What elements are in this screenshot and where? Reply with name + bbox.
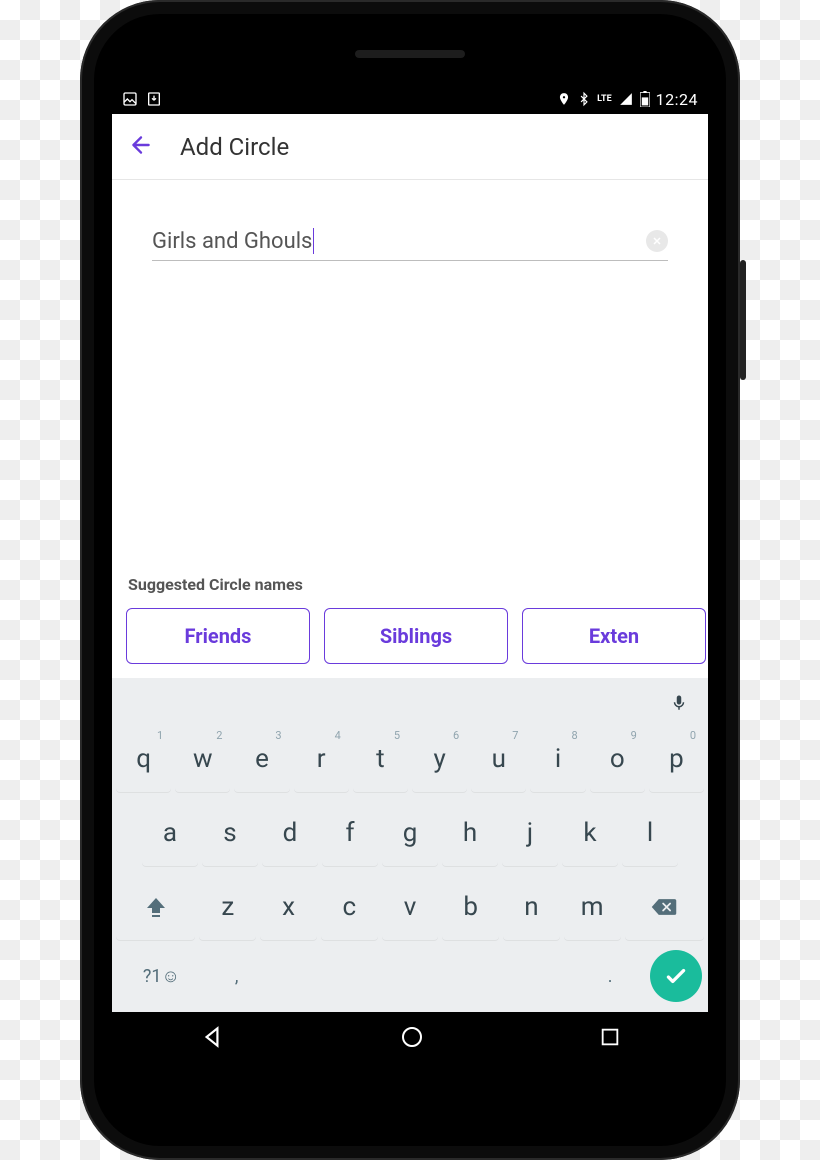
key-x[interactable]: x (260, 874, 317, 940)
key-d[interactable]: d (262, 800, 318, 866)
suggestion-chip-friends[interactable]: Friends (126, 608, 310, 664)
clear-input-button[interactable] (646, 230, 668, 252)
page-title: Add Circle (180, 133, 289, 161)
signal-icon (618, 92, 634, 106)
text-cursor (313, 228, 314, 254)
arrow-left-icon (128, 132, 154, 158)
shift-key[interactable] (116, 874, 195, 940)
phone-side-button (740, 260, 746, 380)
key-k[interactable]: k (562, 800, 618, 866)
suggestion-chip-siblings[interactable]: Siblings (324, 608, 508, 664)
nav-bar (112, 1012, 708, 1066)
download-icon (146, 91, 162, 107)
key-hint: 8 (571, 729, 577, 742)
key-t[interactable]: t5 (353, 726, 408, 792)
key-hint: 5 (394, 729, 400, 742)
key-h[interactable]: h (442, 800, 498, 866)
app-bar: Add Circle (112, 114, 708, 180)
key-r[interactable]: r4 (294, 726, 349, 792)
spacer (112, 261, 708, 575)
mic-icon[interactable] (670, 692, 688, 714)
nav-back-button[interactable] (199, 1024, 225, 1054)
screen: LTE 12:24 Add Circle Girls and Ghouls (112, 84, 708, 1066)
suggestions-row: Friends Siblings Exten (112, 608, 708, 678)
nav-home-icon (400, 1025, 424, 1049)
suggestions-label: Suggested Circle names (112, 575, 708, 608)
backspace-icon (650, 896, 678, 918)
key-hint: 4 (335, 729, 341, 742)
status-bar: LTE 12:24 (112, 84, 708, 114)
key-a[interactable]: a (142, 800, 198, 866)
comma-key[interactable]: , (209, 950, 265, 1002)
key-z[interactable]: z (199, 874, 256, 940)
shift-icon (144, 895, 168, 919)
keyboard-row-3: zxcvbnm (112, 870, 708, 944)
keyboard-row-2: asdfghjkl (112, 796, 708, 870)
key-y[interactable]: y6 (412, 726, 467, 792)
phone-frame: LTE 12:24 Add Circle Girls and Ghouls (80, 0, 740, 1160)
nav-recent-button[interactable] (599, 1026, 621, 1052)
keyboard: q1w2e3r4t5y6u7i8o9p0 asdfghjkl zxcvbnm ?… (112, 678, 708, 1012)
location-icon (557, 92, 571, 106)
nav-home-button[interactable] (400, 1025, 424, 1053)
key-g[interactable]: g (382, 800, 438, 866)
key-w[interactable]: w2 (175, 726, 230, 792)
symbols-key[interactable]: ?1☺ (118, 950, 205, 1002)
key-p[interactable]: p0 (649, 726, 704, 792)
key-n[interactable]: n (503, 874, 560, 940)
image-icon (122, 91, 138, 107)
keyboard-row-4: ?1☺ , . (112, 944, 708, 1012)
key-q[interactable]: q1 (116, 726, 171, 792)
key-hint: 2 (216, 729, 222, 742)
key-v[interactable]: v (382, 874, 439, 940)
key-b[interactable]: b (442, 874, 499, 940)
nav-recent-icon (599, 1026, 621, 1048)
key-j[interactable]: j (502, 800, 558, 866)
key-l[interactable]: l (622, 800, 678, 866)
suggestion-chip-extended[interactable]: Exten (522, 608, 706, 664)
battery-icon (640, 91, 650, 107)
nav-back-icon (199, 1024, 225, 1050)
phone-speaker (355, 50, 465, 58)
space-key[interactable] (268, 950, 578, 1002)
close-icon (651, 235, 663, 247)
key-i[interactable]: i8 (530, 726, 585, 792)
back-button[interactable] (128, 132, 154, 162)
check-icon (663, 963, 689, 989)
key-hint: 6 (453, 729, 459, 742)
keyboard-row-1: q1w2e3r4t5y6u7i8o9p0 (112, 722, 708, 796)
key-hint: 0 (690, 729, 696, 742)
network-lte-label: LTE (597, 95, 612, 104)
key-o[interactable]: o9 (590, 726, 645, 792)
backspace-key[interactable] (625, 874, 704, 940)
content-area: Girls and Ghouls (112, 180, 708, 261)
key-hint: 9 (631, 729, 637, 742)
circle-name-field[interactable]: Girls and Ghouls (152, 228, 668, 261)
bluetooth-icon (577, 91, 591, 107)
period-key[interactable]: . (582, 950, 638, 1002)
enter-key[interactable] (650, 950, 702, 1002)
status-time: 12:24 (656, 90, 698, 109)
key-s[interactable]: s (202, 800, 258, 866)
key-hint: 7 (512, 729, 518, 742)
key-m[interactable]: m (564, 874, 621, 940)
key-f[interactable]: f (322, 800, 378, 866)
key-e[interactable]: e3 (234, 726, 289, 792)
key-hint: 1 (157, 729, 163, 742)
key-u[interactable]: u7 (471, 726, 526, 792)
circle-name-input-value: Girls and Ghouls (152, 229, 312, 254)
key-hint: 3 (275, 729, 281, 742)
key-c[interactable]: c (321, 874, 378, 940)
